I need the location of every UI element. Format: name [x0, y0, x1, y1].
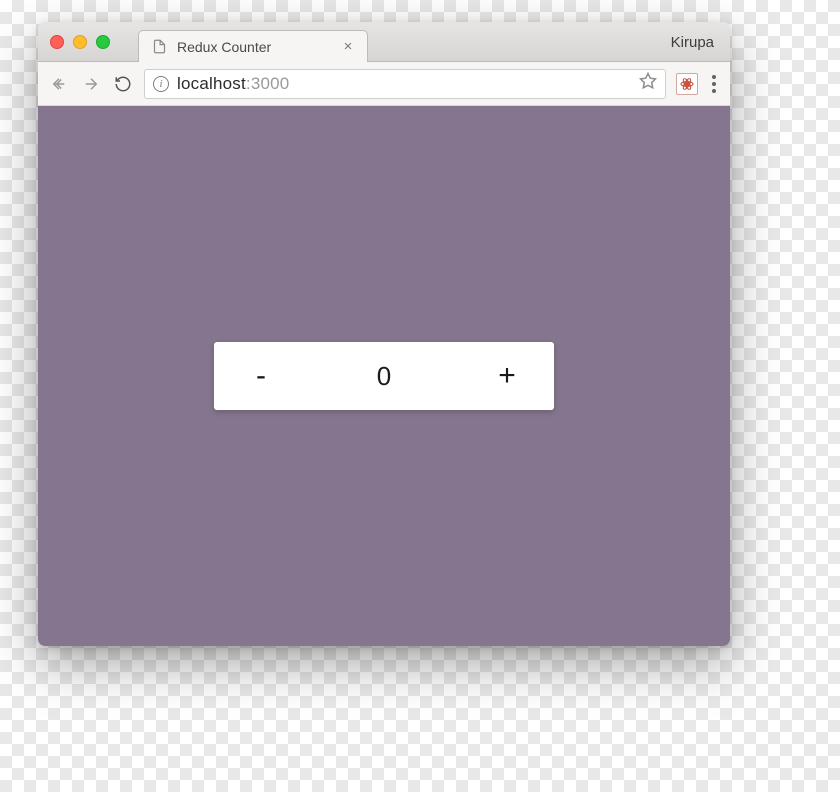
back-button[interactable] [48, 73, 70, 95]
tab-title: Redux Counter [177, 39, 331, 55]
extension-icon[interactable] [676, 73, 698, 95]
counter-value: 0 [377, 361, 391, 392]
increment-button[interactable]: + [492, 359, 522, 393]
page-favicon-icon [151, 39, 167, 55]
close-window-button[interactable] [50, 35, 64, 49]
browser-menu-button[interactable] [708, 75, 720, 93]
browser-tab[interactable]: Redux Counter × [138, 30, 368, 62]
tabstrip: Redux Counter × [138, 22, 368, 61]
minimize-window-button[interactable] [73, 35, 87, 49]
site-info-icon[interactable]: i [153, 76, 169, 92]
url-host: localhost [177, 74, 246, 93]
url-field[interactable]: i localhost:3000 [144, 69, 666, 99]
url-text: localhost:3000 [177, 74, 289, 94]
bookmark-star-icon[interactable] [639, 72, 657, 95]
url-port: :3000 [246, 74, 290, 93]
profile-name[interactable]: Kirupa [671, 22, 714, 62]
forward-button[interactable] [80, 73, 102, 95]
decrement-button[interactable]: - [246, 359, 276, 393]
tab-close-button[interactable]: × [341, 38, 355, 55]
window-controls [50, 35, 110, 49]
page-viewport: - 0 + [38, 106, 730, 646]
reload-button[interactable] [112, 73, 134, 95]
browser-window: Redux Counter × Kirupa i localhost:3000 [38, 22, 730, 646]
maximize-window-button[interactable] [96, 35, 110, 49]
counter-widget: - 0 + [214, 342, 554, 410]
address-bar: i localhost:3000 [38, 62, 730, 106]
titlebar: Redux Counter × Kirupa [38, 22, 730, 62]
